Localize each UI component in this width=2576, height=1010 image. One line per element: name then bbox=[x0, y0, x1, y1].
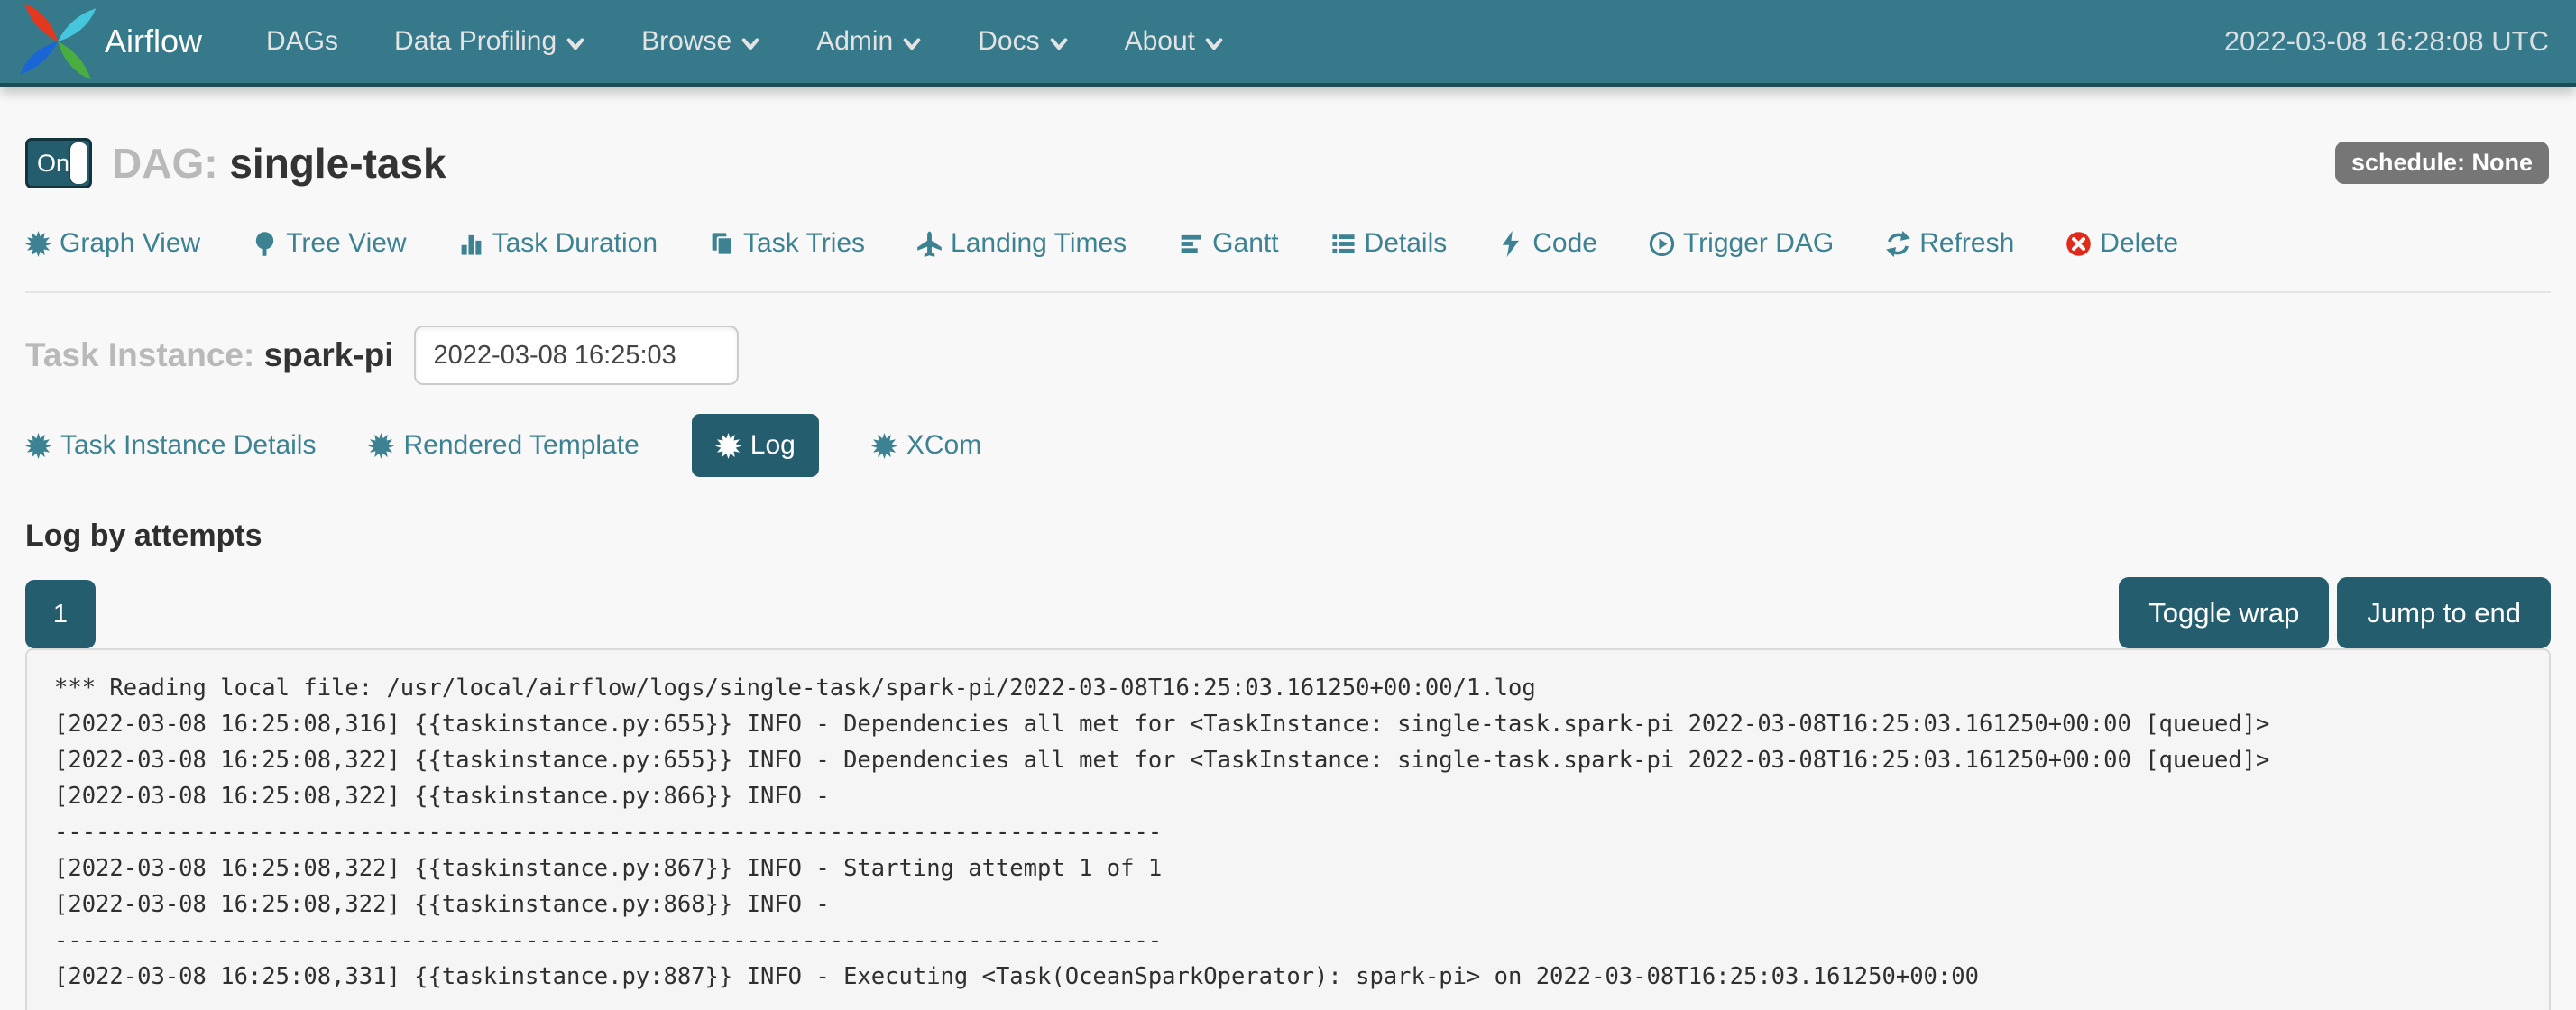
tab-gantt[interactable]: Gantt bbox=[1178, 228, 1278, 259]
tab-code[interactable]: Code bbox=[1498, 228, 1597, 259]
schedule-badge: schedule: None bbox=[2335, 142, 2549, 184]
task-instance-row: Task Instance: spark-pi bbox=[25, 326, 2551, 385]
tab-task-tries[interactable]: Task Tries bbox=[709, 228, 865, 259]
chevron-down-icon bbox=[566, 34, 585, 54]
log-text: *** Reading local file: /usr/local/airfl… bbox=[54, 670, 2522, 995]
bar-chart-icon bbox=[458, 231, 484, 257]
certificate-icon bbox=[715, 433, 741, 459]
nav-item-dags[interactable]: DAGs bbox=[238, 0, 366, 83]
play-circle-icon bbox=[1649, 231, 1675, 257]
tab-delete[interactable]: Delete bbox=[2065, 228, 2178, 259]
toggle-knob bbox=[70, 142, 87, 184]
tab-trigger-dag[interactable]: Trigger DAG bbox=[1649, 228, 1834, 259]
chevron-down-icon bbox=[1204, 34, 1224, 54]
section-divider bbox=[25, 291, 2551, 293]
tab-tree-view[interactable]: Tree View bbox=[252, 228, 406, 259]
brand-label: Airflow bbox=[105, 23, 202, 60]
toggle-on-label: On bbox=[28, 150, 69, 178]
remove-circle-icon bbox=[2065, 231, 2092, 257]
certificate-icon bbox=[25, 433, 51, 459]
list-icon bbox=[1330, 231, 1357, 257]
nav-item-data-profiling[interactable]: Data Profiling bbox=[366, 0, 613, 83]
tree-icon bbox=[252, 231, 278, 257]
airflow-pinwheel-logo bbox=[16, 0, 99, 83]
airflow-brand[interactable]: Airflow bbox=[16, 0, 202, 83]
chevron-down-icon bbox=[1049, 34, 1069, 54]
tab-xcom[interactable]: XCom bbox=[871, 414, 981, 477]
task-instance-name: spark-pi bbox=[264, 336, 394, 373]
task-instance-heading: Task Instance: spark-pi bbox=[25, 336, 394, 374]
task-instance-label: Task Instance: bbox=[25, 336, 254, 373]
dag-title-prefix: DAG: bbox=[112, 140, 218, 187]
utc-clock: 2022-03-08 16:28:08 UTC bbox=[2224, 25, 2549, 58]
jump-to-end-button[interactable]: Jump to end bbox=[2337, 577, 2551, 648]
tab-graph-view[interactable]: Graph View bbox=[25, 228, 200, 259]
refresh-icon bbox=[1885, 231, 1911, 257]
page-title: DAG: single-task bbox=[112, 139, 446, 188]
tab-rendered-template[interactable]: Rendered Template bbox=[368, 414, 639, 477]
tab-refresh[interactable]: Refresh bbox=[1885, 228, 2014, 259]
tab-task-instance-details[interactable]: Task Instance Details bbox=[25, 414, 316, 477]
chevron-down-icon bbox=[741, 34, 760, 54]
certificate-icon bbox=[871, 433, 897, 459]
log-buttons: Toggle wrap Jump to end bbox=[2119, 577, 2551, 648]
attempt-1-tab[interactable]: 1 bbox=[25, 580, 96, 648]
tab-details[interactable]: Details bbox=[1330, 228, 1448, 259]
execution-date-input[interactable] bbox=[414, 326, 739, 385]
main-content: On DAG: single-task schedule: None Graph… bbox=[0, 138, 2576, 1010]
tab-task-duration[interactable]: Task Duration bbox=[458, 228, 658, 259]
nav-item-docs[interactable]: Docs bbox=[950, 0, 1096, 83]
tab-landing-times[interactable]: Landing Times bbox=[916, 228, 1127, 259]
bolt-icon bbox=[1498, 231, 1524, 257]
duplicate-icon bbox=[709, 231, 735, 257]
dag-view-tabs: Graph View Tree View Task Duration Task … bbox=[25, 228, 2551, 259]
certificate-icon bbox=[368, 433, 394, 459]
dag-name: single-task bbox=[229, 140, 446, 187]
attempts-row: 1 Toggle wrap Jump to end bbox=[25, 577, 2551, 648]
log-by-attempts-heading: Log by attempts bbox=[25, 519, 2551, 554]
plane-icon bbox=[916, 231, 943, 257]
nav-item-admin[interactable]: Admin bbox=[788, 0, 950, 83]
toggle-wrap-button[interactable]: Toggle wrap bbox=[2119, 577, 2329, 648]
top-navbar: Airflow DAGs Data Profiling Browse Admin… bbox=[0, 0, 2576, 87]
dag-pause-toggle[interactable]: On bbox=[25, 138, 92, 188]
log-panel: *** Reading local file: /usr/local/airfl… bbox=[25, 648, 2551, 1010]
align-left-icon bbox=[1178, 231, 1204, 257]
chevron-down-icon bbox=[902, 34, 922, 54]
navbar-menu: DAGs Data Profiling Browse Admin Docs Ab… bbox=[238, 0, 1252, 83]
task-instance-tabs: Task Instance Details Rendered Template … bbox=[25, 414, 2551, 477]
tab-log[interactable]: Log bbox=[692, 414, 819, 477]
nav-item-browse[interactable]: Browse bbox=[613, 0, 788, 83]
dag-header: On DAG: single-task schedule: None bbox=[25, 138, 2551, 188]
nav-item-about[interactable]: About bbox=[1097, 0, 1252, 83]
certificate-icon bbox=[25, 231, 51, 257]
